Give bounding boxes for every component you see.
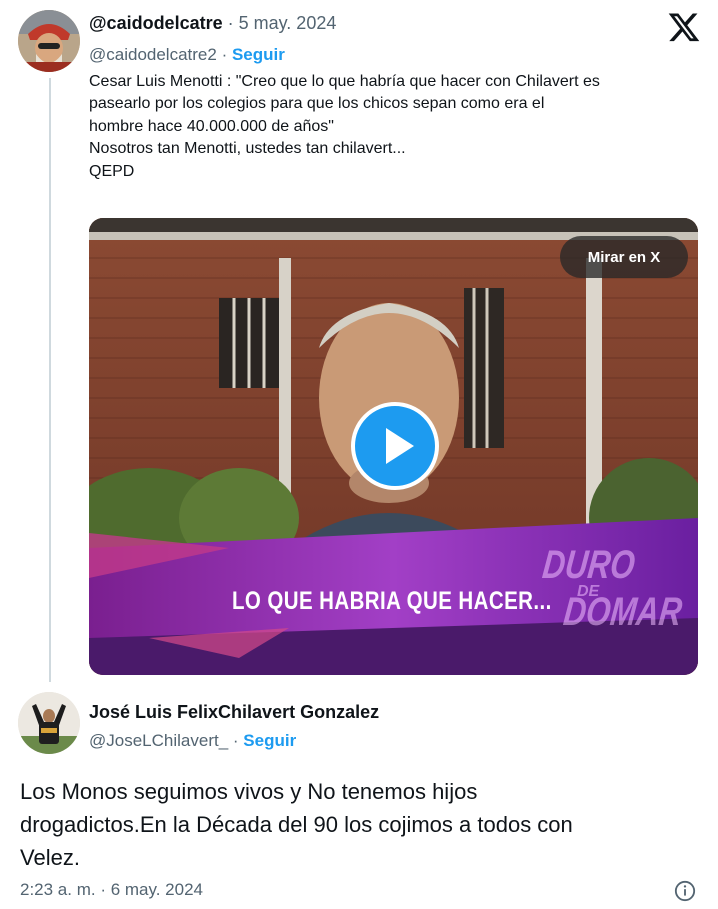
thread-connector-line (49, 78, 51, 682)
text-line: QEPD (89, 162, 135, 180)
text-line: drogadictos.En la Década del 90 los coji… (20, 812, 573, 837)
text-line: Los Monos seguimos vivos y No tenemos hi… (20, 779, 478, 804)
embedded-author-row: @caidodelcatre · 5 may. 2024 (89, 13, 337, 33)
embedded-tweet-text: Cesar Luis Menotti : "Creo que lo que ha… (89, 71, 704, 183)
text-line: pasearlo por los colegios para que los c… (89, 95, 545, 113)
embedded-author-handle[interactable]: @caidodelcatre2 (89, 45, 217, 64)
play-button[interactable] (351, 402, 439, 490)
reply-author-name[interactable]: José Luis FelixChilavert Gonzalez (89, 702, 379, 723)
reply-tweet-text: Los Monos seguimos vivos y No tenemos hi… (20, 775, 710, 874)
avatar[interactable] (18, 692, 80, 754)
video-caption: LO QUE HABRIA QUE HACER... (232, 587, 552, 615)
x-logo-icon[interactable] (667, 10, 701, 44)
follow-link[interactable]: Seguir (232, 45, 285, 64)
follow-link[interactable]: Seguir (243, 731, 296, 750)
embedded-author-name[interactable]: @caidodelcatre (89, 13, 223, 33)
play-icon (386, 428, 414, 464)
show-logo: DOMAR (561, 590, 685, 634)
text-line: Nosotros tan Menotti, ustedes tan chilav… (89, 140, 406, 158)
watch-on-x-button[interactable]: Mirar en X (560, 236, 688, 278)
reply-author-handle[interactable]: @JoseLChilavert_ (89, 731, 228, 750)
tweet-timestamp[interactable]: 2:23 a. m. · 6 may. 2024 (20, 880, 203, 900)
info-icon[interactable] (674, 880, 696, 902)
text-line: Velez. (20, 845, 80, 870)
show-logo: DURO (540, 543, 638, 587)
text-line: hombre hace 40.000.000 de años" (89, 117, 334, 135)
embedded-handle-row: @caidodelcatre2 · Seguir (89, 45, 285, 64)
embedded-tweet-date[interactable]: 5 may. 2024 (239, 13, 337, 33)
avatar[interactable] (18, 10, 80, 72)
text-line: Cesar Luis Menotti : "Creo que lo que ha… (89, 73, 600, 90)
reply-handle-row: @JoseLChilavert_ · Seguir (89, 731, 297, 750)
